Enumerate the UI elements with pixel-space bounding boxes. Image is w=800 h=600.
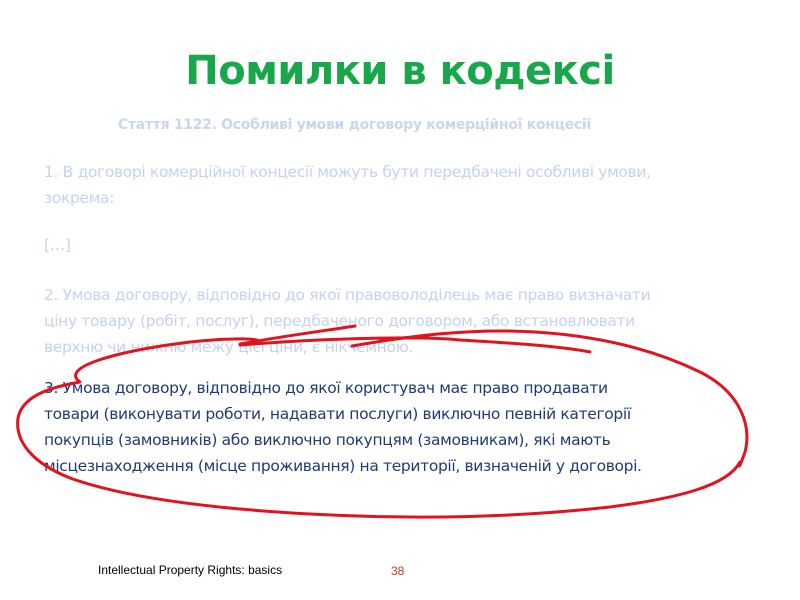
paragraph-3-line: покупців (замовників) або виключно покуп… xyxy=(44,431,611,449)
slide-title: Помилки в кодексі xyxy=(185,48,615,94)
paragraph-3-line: товари (виконувати роботи, надавати посл… xyxy=(44,405,631,423)
paragraph-2-line: 2. Умова договору, відповідно до якої пр… xyxy=(44,286,651,304)
paragraph-2: 2. Умова договору, відповідно до якої пр… xyxy=(44,282,744,360)
paragraph-3-highlighted: 3. Умова договору, відповідно до якої ко… xyxy=(44,375,734,479)
paragraph-2-line: верхню чи нижню межу цієї ціни, є нікчем… xyxy=(44,338,413,356)
paragraph-3-line: 3. Умова договору, відповідно до якої ко… xyxy=(44,379,608,397)
paragraph-1: 1. В договорі комерційної концесії можут… xyxy=(44,159,744,211)
article-heading: Стаття 1122. Особливі умови договору ком… xyxy=(118,117,591,133)
paragraph-1-line: 1. В договорі комерційної концесії можут… xyxy=(44,163,651,181)
paragraph-2-line: ціну товару (робіт, послуг), передбачено… xyxy=(44,312,635,330)
paragraph-1-line: зокрема: xyxy=(44,189,115,207)
page-number: 38 xyxy=(391,564,405,578)
footer-text: Intellectual Property Rights: basics xyxy=(98,563,283,577)
paragraph-3-line: місцезнаходження (місце проживання) на т… xyxy=(44,457,642,475)
ellipsis: […] xyxy=(44,236,71,254)
